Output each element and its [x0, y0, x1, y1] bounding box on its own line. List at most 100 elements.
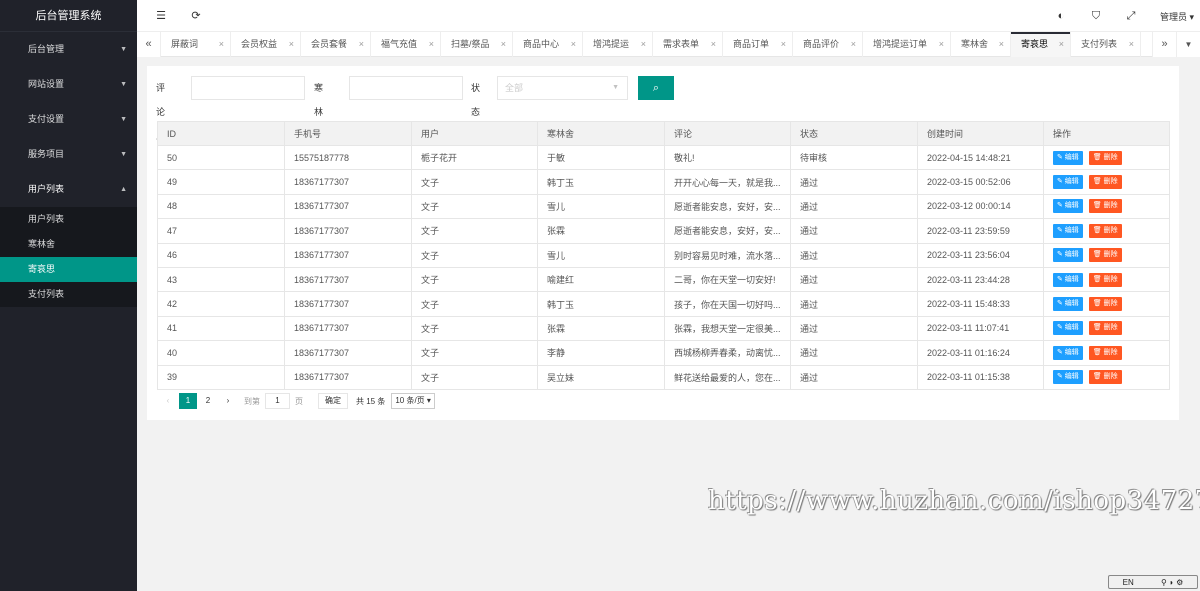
- fullscreen-icon[interactable]: ⤢: [1124, 9, 1138, 23]
- tab-zenghong-orders[interactable]: 增鸿提运订单 ×: [863, 32, 951, 57]
- cell-actions: ✎ 编辑 🗑 删除: [1043, 218, 1170, 244]
- menu-toggle-icon[interactable]: ☰: [154, 9, 168, 23]
- cell-user: 文子: [411, 218, 538, 244]
- sidebar-item-admin[interactable]: 后台管理 ▼: [0, 32, 137, 67]
- pager-page-2[interactable]: 2: [199, 393, 217, 409]
- sidebar-subitem-jiaisi[interactable]: 寄哀思: [0, 257, 137, 282]
- sidebar-item-payment-settings[interactable]: 支付设置 ▼: [0, 102, 137, 137]
- edit-button[interactable]: ✎ 编辑: [1053, 175, 1083, 190]
- sidebar-item-user-list[interactable]: 用户列表 ▲: [0, 172, 137, 207]
- tab-member-package[interactable]: 会员套餐 ×: [301, 32, 371, 57]
- cell-hanlinshe: 张霖: [537, 218, 665, 244]
- commenter-input[interactable]: [191, 76, 305, 100]
- col-header-created[interactable]: 创建时间: [917, 121, 1044, 146]
- col-header-phone[interactable]: 手机号: [284, 121, 412, 146]
- ime-toolbar[interactable]: EN ⚲ ◗ ⚙: [1108, 575, 1198, 589]
- tab-jiaisi[interactable]: 寄哀思 ×: [1011, 32, 1071, 57]
- edit-button[interactable]: ✎ 编辑: [1053, 345, 1083, 360]
- col-header-user[interactable]: 用户: [411, 121, 538, 146]
- delete-button[interactable]: 🗑 删除: [1088, 175, 1122, 190]
- sidebar-subitem-hanlinshe[interactable]: 寒林舍: [0, 232, 137, 257]
- col-header-comment[interactable]: 评论: [664, 121, 791, 146]
- sidebar-item-label: 用户列表: [28, 184, 65, 194]
- pager-goto-input[interactable]: 1: [265, 393, 290, 409]
- cell-created: 2022-03-11 23:56:04: [917, 242, 1044, 268]
- edit-button[interactable]: ✎ 编辑: [1053, 370, 1083, 385]
- tab-product-center[interactable]: 商品中心 ×: [513, 32, 583, 57]
- close-icon[interactable]: ×: [781, 32, 786, 57]
- chevron-down-icon: ▼: [120, 151, 127, 158]
- pager-next-icon[interactable]: ›: [219, 393, 237, 409]
- edit-button[interactable]: ✎ 编辑: [1053, 223, 1083, 238]
- theme-icon[interactable]: ◐: [1054, 9, 1068, 23]
- close-icon[interactable]: ×: [501, 32, 506, 57]
- tab-member-rights[interactable]: 会员权益 ×: [231, 32, 301, 57]
- close-icon[interactable]: ×: [641, 32, 646, 57]
- tab-bar: « 屏蔽词 × 会员权益 × 会员套餐 × 福气充值 × 扫墓/祭品 × 商品中心 × 增鸿…: [137, 32, 1200, 57]
- edit-button[interactable]: ✎ 编辑: [1053, 248, 1083, 263]
- col-header-status[interactable]: 状态: [790, 121, 918, 146]
- sidebar-item-services[interactable]: 服务项目 ▼: [0, 137, 137, 172]
- cell-status: 通过: [790, 340, 918, 366]
- tab-product-orders[interactable]: 商品订单 ×: [723, 32, 793, 57]
- pager-page-1[interactable]: 1: [179, 393, 197, 409]
- close-icon[interactable]: ×: [999, 32, 1004, 57]
- tab-fuqi-recharge[interactable]: 福气充值 ×: [371, 32, 441, 57]
- tag-icon[interactable]: ⛉: [1089, 9, 1103, 23]
- close-icon[interactable]: ×: [571, 32, 576, 57]
- hanlinshe-input[interactable]: [349, 76, 463, 100]
- delete-button[interactable]: 🗑 删除: [1088, 297, 1122, 312]
- delete-button[interactable]: 🗑 删除: [1088, 223, 1122, 238]
- tab-hanlinshe[interactable]: 寒林舍 ×: [951, 32, 1011, 57]
- sidebar-subitem-user-list[interactable]: 用户列表: [0, 207, 137, 232]
- edit-button[interactable]: ✎ 编辑: [1053, 199, 1083, 214]
- tab-payment-list[interactable]: 支付列表 ×: [1071, 32, 1141, 57]
- table-row: 49 18367177307 文子 韩丁玉 开开心心每一天，就是我... 通过 2022-0…: [157, 169, 1170, 195]
- delete-button[interactable]: 🗑 删除: [1088, 248, 1122, 263]
- admin-menu[interactable]: 管理员 ▾: [1160, 10, 1194, 23]
- tab-demand-form[interactable]: 需求表单 ×: [653, 32, 723, 57]
- edit-button[interactable]: ✎ 编辑: [1053, 272, 1083, 287]
- edit-button[interactable]: ✎ 编辑: [1053, 150, 1083, 165]
- tab-scroll-left-icon[interactable]: «: [137, 32, 161, 57]
- close-icon[interactable]: ×: [289, 32, 294, 57]
- tab-pingbici[interactable]: 屏蔽词 ×: [161, 32, 231, 57]
- delete-button[interactable]: 🗑 删除: [1088, 150, 1122, 165]
- delete-button[interactable]: 🗑 删除: [1088, 272, 1122, 287]
- cell-status: 通过: [790, 266, 918, 293]
- delete-button[interactable]: 🗑 删除: [1088, 345, 1122, 360]
- cell-hanlinshe: 雪儿: [537, 242, 665, 268]
- pager-prev-icon[interactable]: ‹: [159, 393, 177, 409]
- search-button[interactable]: ⌕: [638, 76, 674, 100]
- tab-label: 寒林舍: [961, 39, 989, 49]
- refresh-icon[interactable]: ⟳: [189, 9, 203, 23]
- tab-tomb-offerings[interactable]: 扫墓/祭品 ×: [441, 32, 513, 57]
- close-icon[interactable]: ×: [1059, 32, 1064, 57]
- col-header-id[interactable]: ID: [157, 121, 285, 146]
- tab-zenghong-tiyun[interactable]: 增鸿提运 ×: [583, 32, 653, 57]
- cell-id: 42: [157, 291, 285, 317]
- cell-created: 2022-04-15 14:48:21: [917, 144, 1044, 171]
- sidebar-subitem-payment-list[interactable]: 支付列表: [0, 282, 137, 307]
- close-icon[interactable]: ×: [711, 32, 716, 57]
- status-select[interactable]: 全部 ▼: [497, 76, 628, 100]
- edit-button[interactable]: ✎ 编辑: [1053, 297, 1083, 312]
- close-icon[interactable]: ×: [429, 32, 434, 57]
- sidebar-item-site-settings[interactable]: 网站设置 ▼: [0, 67, 137, 102]
- tab-menu-chevron-icon[interactable]: ▼: [1176, 32, 1200, 57]
- edit-button[interactable]: ✎ 编辑: [1053, 321, 1083, 336]
- delete-button[interactable]: 🗑 删除: [1088, 370, 1122, 385]
- close-icon[interactable]: ×: [359, 32, 364, 57]
- close-icon[interactable]: ×: [939, 32, 944, 57]
- tab-product-reviews[interactable]: 商品评价 ×: [793, 32, 863, 57]
- delete-button[interactable]: 🗑 删除: [1088, 199, 1122, 214]
- tab-scroll-right-icon[interactable]: »: [1152, 32, 1176, 57]
- delete-button[interactable]: 🗑 删除: [1088, 321, 1122, 336]
- close-icon[interactable]: ×: [851, 32, 856, 57]
- pager-confirm-button[interactable]: 确定: [318, 393, 348, 409]
- close-icon[interactable]: ×: [1129, 32, 1134, 57]
- close-icon[interactable]: ×: [219, 32, 224, 57]
- ime-tool-icons: ⚲ ◗ ⚙: [1161, 577, 1184, 587]
- col-header-hanlinshe[interactable]: 寒林舍: [537, 121, 665, 146]
- pager-limit-select[interactable]: 10 条/页 ▾: [391, 393, 435, 409]
